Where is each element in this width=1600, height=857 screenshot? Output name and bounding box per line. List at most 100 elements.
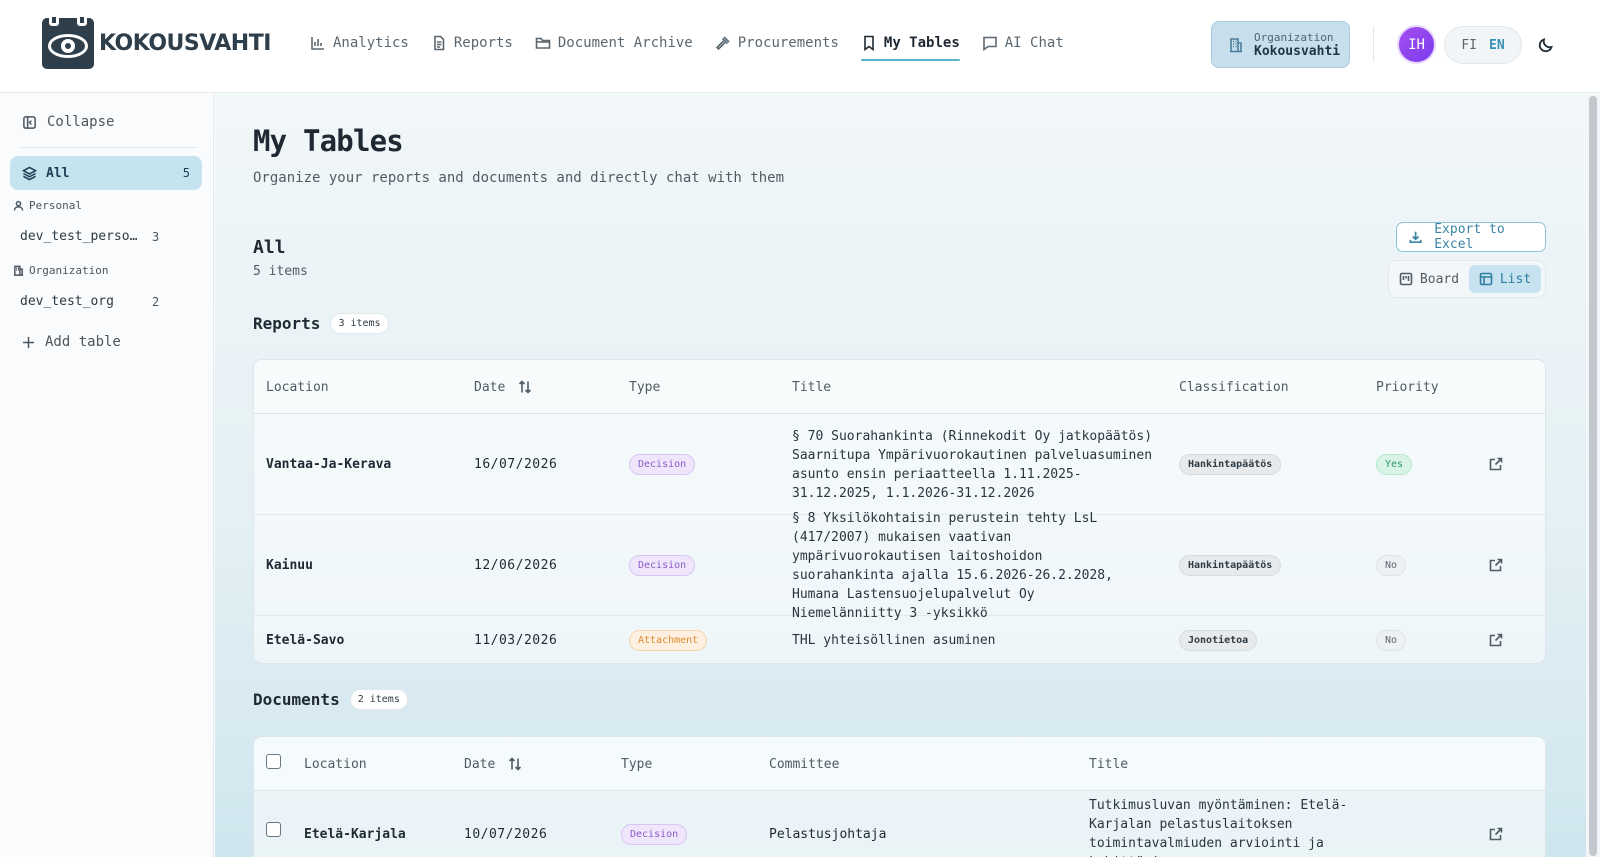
add-table-label: Add table	[45, 334, 121, 350]
column-title[interactable]: Title	[1089, 737, 1128, 791]
external-link-icon	[1489, 827, 1503, 841]
cell-type: Decision	[629, 414, 696, 515]
column-type[interactable]: Type	[629, 360, 660, 414]
column-priority[interactable]: Priority	[1376, 360, 1439, 414]
table-row[interactable]: Kainuu 12/06/2026 Decision § 8 Yksilökoh…	[254, 510, 1545, 621]
group-count-badge: 2 items	[349, 689, 408, 710]
export-to-excel-button[interactable]: Export to Excel	[1396, 222, 1546, 252]
nav-procurements[interactable]: Procurements	[715, 28, 839, 58]
column-title[interactable]: Title	[792, 360, 831, 414]
priority-badge: No	[1376, 555, 1407, 576]
group-name: Documents	[253, 690, 340, 709]
documents-group-header: Documents 2 items	[253, 689, 408, 710]
cell-title: Tutkimusluvan myöntäminen: Etelä-Karjala…	[1089, 798, 1348, 857]
open-external-button[interactable]	[1488, 557, 1504, 573]
cell-location: Kainuu	[266, 558, 313, 573]
open-external-button[interactable]	[1488, 826, 1504, 842]
kanban-icon	[1399, 272, 1413, 286]
sidebar-item-all[interactable]: All 5	[10, 156, 202, 190]
scrollbar-thumb[interactable]	[1589, 96, 1597, 856]
nav-label: AI Chat	[1004, 35, 1064, 51]
column-date[interactable]: Date	[464, 737, 523, 791]
row-checkbox[interactable]	[266, 822, 281, 837]
main-nav: Analytics Reports Document Archive Procu…	[310, 28, 1064, 61]
top-bar: KOKOUSVAHTI Analytics Reports Document A…	[0, 0, 1600, 93]
reports-table: Location Date Type Title Classification …	[253, 359, 1546, 664]
open-external-button[interactable]	[1488, 632, 1504, 648]
nav-label: Analytics	[333, 35, 409, 51]
sidebar-item-label: dev_test_personal	[20, 229, 142, 244]
board-view-button[interactable]: Board	[1393, 265, 1465, 293]
list-label: List	[1499, 271, 1532, 287]
sort-icon[interactable]	[517, 379, 533, 395]
table-row[interactable]: Etelä-Savo 11/03/2026 Attachment THL yht…	[254, 616, 1545, 663]
nav-label: Procurements	[737, 35, 839, 51]
cell-classification: Hankintapäätös	[1179, 414, 1282, 515]
cell-type: Attachment	[629, 616, 708, 663]
table-header: Location Date Type Title Classification …	[254, 360, 1545, 414]
page-title: My Tables	[253, 124, 404, 158]
sidebar-group-label: Organization	[29, 264, 109, 277]
table-icon	[1479, 272, 1493, 286]
type-badge: Decision	[629, 454, 696, 475]
collapse-sidebar-button[interactable]: Collapse	[22, 114, 114, 130]
column-classification[interactable]: Classification	[1179, 360, 1289, 414]
sidebar-item-dev-test-org[interactable]: dev_test_org 2	[20, 294, 160, 309]
nav-analytics[interactable]: Analytics	[310, 28, 409, 58]
column-location[interactable]: Location	[266, 360, 329, 414]
classification-badge: Hankintapäätös	[1179, 454, 1282, 475]
table-header: Location Date Type Committee Title	[254, 737, 1545, 791]
sort-icon[interactable]	[507, 756, 523, 772]
cell-committee: Pelastusjohtaja	[769, 826, 887, 842]
board-label: Board	[1419, 271, 1460, 287]
download-icon	[1409, 231, 1422, 244]
sidebar-group-label: Personal	[29, 199, 82, 212]
app-logo[interactable]: KOKOUSVAHTI	[42, 14, 271, 69]
open-external-button[interactable]	[1488, 456, 1504, 472]
nav-ai-chat[interactable]: AI Chat	[982, 28, 1064, 58]
external-link-icon	[1489, 457, 1503, 471]
nav-document-archive[interactable]: Document Archive	[535, 28, 693, 58]
sidebar: Collapse All 5 Personal dev_test_persona…	[0, 94, 214, 857]
table-row[interactable]: Vantaa-Ja-Kerava 16/07/2026 Decision § 7…	[254, 414, 1545, 515]
priority-badge: No	[1376, 629, 1407, 651]
cell-classification: Hankintapäätös	[1179, 515, 1282, 616]
group-count-badge: 3 items	[330, 313, 389, 334]
column-location[interactable]: Location	[304, 737, 367, 791]
language-fi[interactable]: FI	[1461, 38, 1477, 53]
moon-icon	[1538, 38, 1553, 53]
select-all-checkbox[interactable]	[266, 754, 281, 769]
organization-switcher[interactable]: Organization Kokousvahti	[1211, 21, 1350, 68]
cell-date: 11/03/2026	[474, 632, 558, 648]
cell-classification: Jonotietoa	[1179, 616, 1258, 663]
layers-icon	[22, 166, 37, 180]
logo-eye-icon	[42, 14, 94, 69]
dark-mode-toggle[interactable]	[1537, 36, 1555, 54]
list-view-button[interactable]: List	[1469, 265, 1541, 293]
bookmark-icon	[864, 35, 874, 51]
nav-label: Document Archive	[557, 35, 693, 51]
language-switcher: FI EN	[1444, 26, 1522, 64]
sidebar-item-count: 2	[152, 294, 160, 309]
priority-badge: Yes	[1376, 454, 1413, 475]
divider	[1373, 26, 1374, 62]
column-date[interactable]: Date	[474, 360, 533, 414]
folder-icon	[535, 37, 551, 49]
cell-type: Decision	[629, 515, 696, 616]
plus-icon	[22, 336, 35, 348]
file-text-icon	[434, 35, 445, 51]
column-committee[interactable]: Committee	[769, 737, 839, 791]
nav-my-tables[interactable]: My Tables	[860, 28, 960, 61]
sidebar-group-organization: Organization	[13, 264, 108, 277]
cell-title: § 8 Yksilökohtaisin perustein tehty LsL …	[792, 510, 1113, 621]
add-table-button[interactable]: Add table	[22, 334, 121, 350]
organization-label: Organization	[1254, 30, 1334, 44]
sidebar-item-count: 3	[152, 229, 160, 244]
user-avatar[interactable]: IH	[1397, 25, 1436, 64]
column-type[interactable]: Type	[621, 737, 652, 791]
table-row[interactable]: Etelä-Karjala 10/07/2026 Decision Pelast…	[254, 791, 1545, 857]
sidebar-item-dev-test-personal[interactable]: dev_test_personal 3	[20, 229, 160, 244]
type-badge: Decision	[621, 823, 688, 845]
language-en[interactable]: EN	[1489, 38, 1505, 53]
nav-reports[interactable]: Reports	[431, 28, 513, 58]
